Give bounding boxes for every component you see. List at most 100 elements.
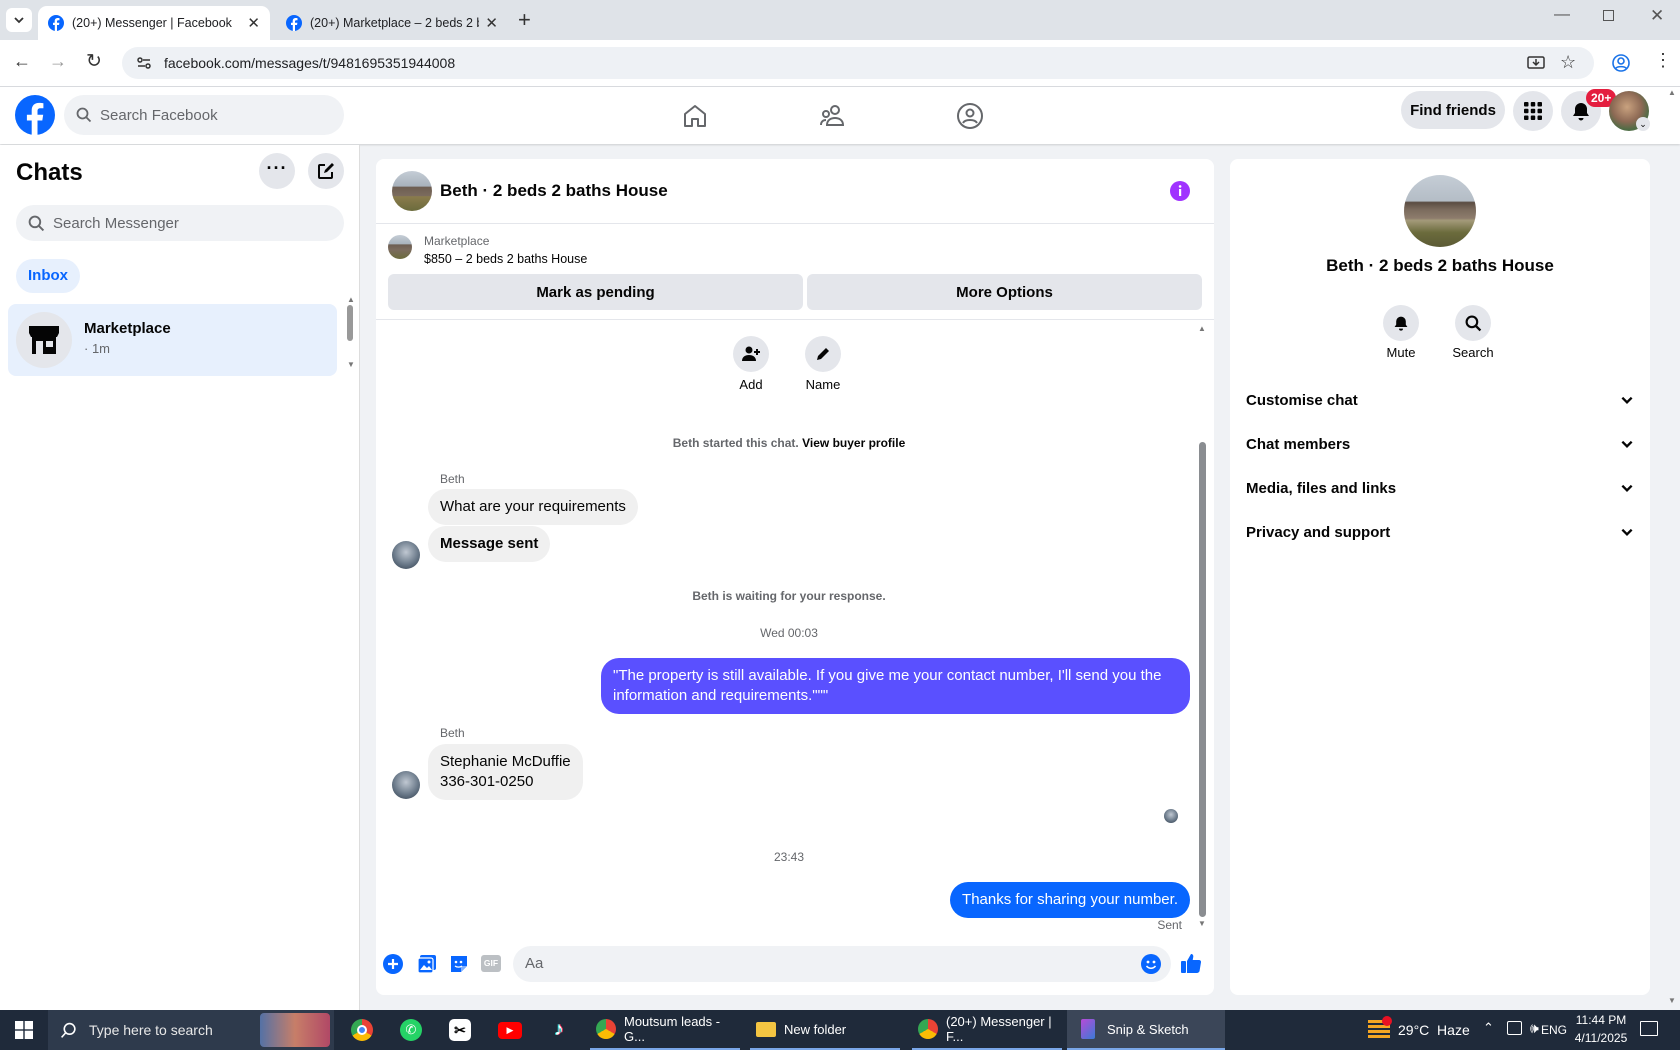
gif-icon[interactable]: GIF <box>481 955 501 972</box>
notification-center-icon[interactable] <box>1640 1021 1658 1036</box>
incoming-message[interactable]: What are your requirements <box>428 489 638 525</box>
page-scroll-up-icon[interactable]: ▲ <box>1668 88 1676 97</box>
facebook-logo-icon[interactable] <box>15 95 55 135</box>
back-icon[interactable]: ← <box>13 51 31 72</box>
whatsapp-app-icon[interactable]: ✆ <box>400 1019 422 1041</box>
search-placeholder: Search Facebook <box>100 106 218 124</box>
inbox-filter-tab[interactable]: Inbox <box>16 259 80 293</box>
tiktok-app-icon[interactable]: ♪ <box>548 1018 570 1042</box>
install-app-icon[interactable] <box>1527 55 1545 71</box>
clock-date[interactable]: 4/11/2025 <box>1570 1031 1632 1045</box>
section-label: Privacy and support <box>1246 523 1391 541</box>
outgoing-message[interactable]: Thanks for sharing your number. <box>950 882 1190 918</box>
capcut-app-icon[interactable]: ✂ <box>449 1019 471 1041</box>
customise-chat-section[interactable]: Customise chat <box>1246 382 1634 418</box>
browser-tab-marketplace[interactable]: (20+) Marketplace – 2 beds 2 b ✕ <box>276 6 508 40</box>
mute-button[interactable] <box>1383 305 1419 341</box>
view-buyer-profile-link[interactable]: View buyer profile <box>802 436 905 450</box>
mark-as-pending-button[interactable]: Mark as pending <box>388 274 803 310</box>
conversation-time: · 1m <box>84 341 110 356</box>
taskbar-app-chrome-leads[interactable]: Moutsum leads - G... <box>590 1010 740 1050</box>
home-icon[interactable] <box>682 103 708 129</box>
search-in-chat-button[interactable] <box>1455 305 1491 341</box>
message-composer-input[interactable]: Aa <box>513 946 1171 982</box>
chat-members-section[interactable]: Chat members <box>1246 426 1634 462</box>
conversation-item-marketplace[interactable]: Marketplace · 1m <box>8 304 337 376</box>
taskbar-search-box[interactable]: Type here to search <box>48 1010 334 1050</box>
listing-title[interactable]: $850 – 2 beds 2 baths House <box>424 252 587 266</box>
add-people-label: Add <box>739 377 763 392</box>
scroll-up-arrow-icon[interactable]: ▲ <box>347 295 355 304</box>
search-icon <box>76 107 92 123</box>
youtube-app-icon[interactable]: ▶ <box>498 1022 522 1039</box>
facebook-search-input[interactable]: Search Facebook <box>64 95 344 135</box>
like-thumb-icon[interactable] <box>1180 952 1202 974</box>
close-tab-icon[interactable]: ✕ <box>485 14 498 32</box>
find-friends-button[interactable]: Find friends <box>1401 91 1505 129</box>
clock-time[interactable]: 11:44 PM <box>1570 1013 1632 1027</box>
chat-header-avatar[interactable] <box>392 171 432 211</box>
url-bar[interactable]: facebook.com/messages/t/9481695351944008… <box>122 47 1594 79</box>
tab-search-button[interactable] <box>6 8 32 32</box>
scroll-down-arrow-icon[interactable]: ▼ <box>1198 919 1206 928</box>
new-tab-button[interactable]: + <box>518 8 531 32</box>
window-minimize-button[interactable]: — <box>1554 6 1570 24</box>
taskbar-app-snip-sketch[interactable]: Snip & Sketch <box>1067 1010 1225 1050</box>
chevron-down-icon <box>1621 484 1633 492</box>
info-icon[interactable] <box>1170 181 1190 201</box>
name-chat-button[interactable] <box>805 336 841 372</box>
taskbar-app-chrome-messenger[interactable]: (20+) Messenger | F... <box>912 1010 1062 1050</box>
groups-icon[interactable] <box>956 102 984 130</box>
chat-scrollbar[interactable] <box>1199 442 1206 917</box>
language-indicator[interactable]: ENG <box>1533 1023 1567 1037</box>
incoming-message[interactable]: Stephanie McDuffie 336-301-0250 <box>428 744 583 800</box>
chevron-down-icon <box>1621 440 1633 448</box>
bookmark-star-icon[interactable]: ☆ <box>1560 52 1576 73</box>
site-info-icon[interactable] <box>136 55 152 71</box>
chat-title[interactable]: Beth · 2 beds 2 baths House <box>440 181 668 201</box>
profile-icon[interactable] <box>1612 54 1630 72</box>
facebook-header: Search Facebook Find friends 20+ ⌄ <box>0 87 1680 144</box>
browser-menu-icon[interactable]: ⋮ <box>1654 50 1672 71</box>
close-tab-icon[interactable]: ✕ <box>247 14 260 32</box>
chrome-app-icon[interactable] <box>351 1019 373 1041</box>
reload-icon[interactable]: ↻ <box>86 50 102 73</box>
media-files-links-section[interactable]: Media, files and links <box>1246 470 1634 506</box>
outgoing-message[interactable]: "The property is still available. If you… <box>601 658 1190 714</box>
attach-photo-icon[interactable] <box>417 954 437 974</box>
windows-start-icon[interactable] <box>15 1021 33 1039</box>
scroll-up-arrow-icon[interactable]: ▲ <box>1198 324 1206 333</box>
show-hidden-icons-icon[interactable]: ⌃ <box>1483 1020 1494 1036</box>
menu-grid-icon <box>1524 102 1542 120</box>
taskbar-app-new-folder[interactable]: New folder <box>750 1010 900 1050</box>
forward-icon[interactable]: → <box>49 51 67 72</box>
add-people-button[interactable] <box>733 336 769 372</box>
chats-options-button[interactable]: ··· <box>259 153 295 189</box>
more-options-button[interactable]: More Options <box>807 274 1202 310</box>
details-avatar[interactable] <box>1404 175 1476 247</box>
chevron-down-icon <box>14 17 24 24</box>
sticker-icon[interactable] <box>449 954 469 974</box>
incoming-message[interactable]: Message sent <box>428 526 551 562</box>
sidebar-scrollbar[interactable] <box>347 305 353 341</box>
taskbar-app-label: Moutsum leads - G... <box>624 1014 721 1044</box>
new-message-button[interactable] <box>308 153 344 189</box>
account-chevron-icon[interactable]: ⌄ <box>1636 117 1650 131</box>
window-restore-button[interactable] <box>1603 10 1614 21</box>
scroll-down-arrow-icon[interactable]: ▼ <box>347 360 355 369</box>
browser-tab-bar: (20+) Messenger | Facebook ✕ (20+) Marke… <box>0 0 1680 40</box>
weather-text[interactable]: 29°C Haze <box>1398 1022 1470 1038</box>
more-actions-plus-icon[interactable] <box>383 954 403 974</box>
network-icon[interactable] <box>1507 1021 1522 1035</box>
page-scroll-down-icon[interactable]: ▼ <box>1668 996 1676 1005</box>
chat-details-panel: Beth · 2 beds 2 baths House Mute Search … <box>1230 159 1650 995</box>
privacy-support-section[interactable]: Privacy and support <box>1246 514 1634 550</box>
menu-button[interactable] <box>1513 91 1553 131</box>
browser-tab-messenger[interactable]: (20+) Messenger | Facebook ✕ <box>38 6 270 40</box>
listing-thumbnail[interactable] <box>388 235 412 259</box>
friends-icon[interactable] <box>819 103 847 129</box>
messenger-search-input[interactable]: Search Messenger <box>16 205 344 241</box>
taskbar-search-placeholder: Type here to search <box>89 1022 213 1038</box>
emoji-icon[interactable] <box>1141 954 1161 974</box>
window-close-button[interactable]: ✕ <box>1650 6 1664 26</box>
